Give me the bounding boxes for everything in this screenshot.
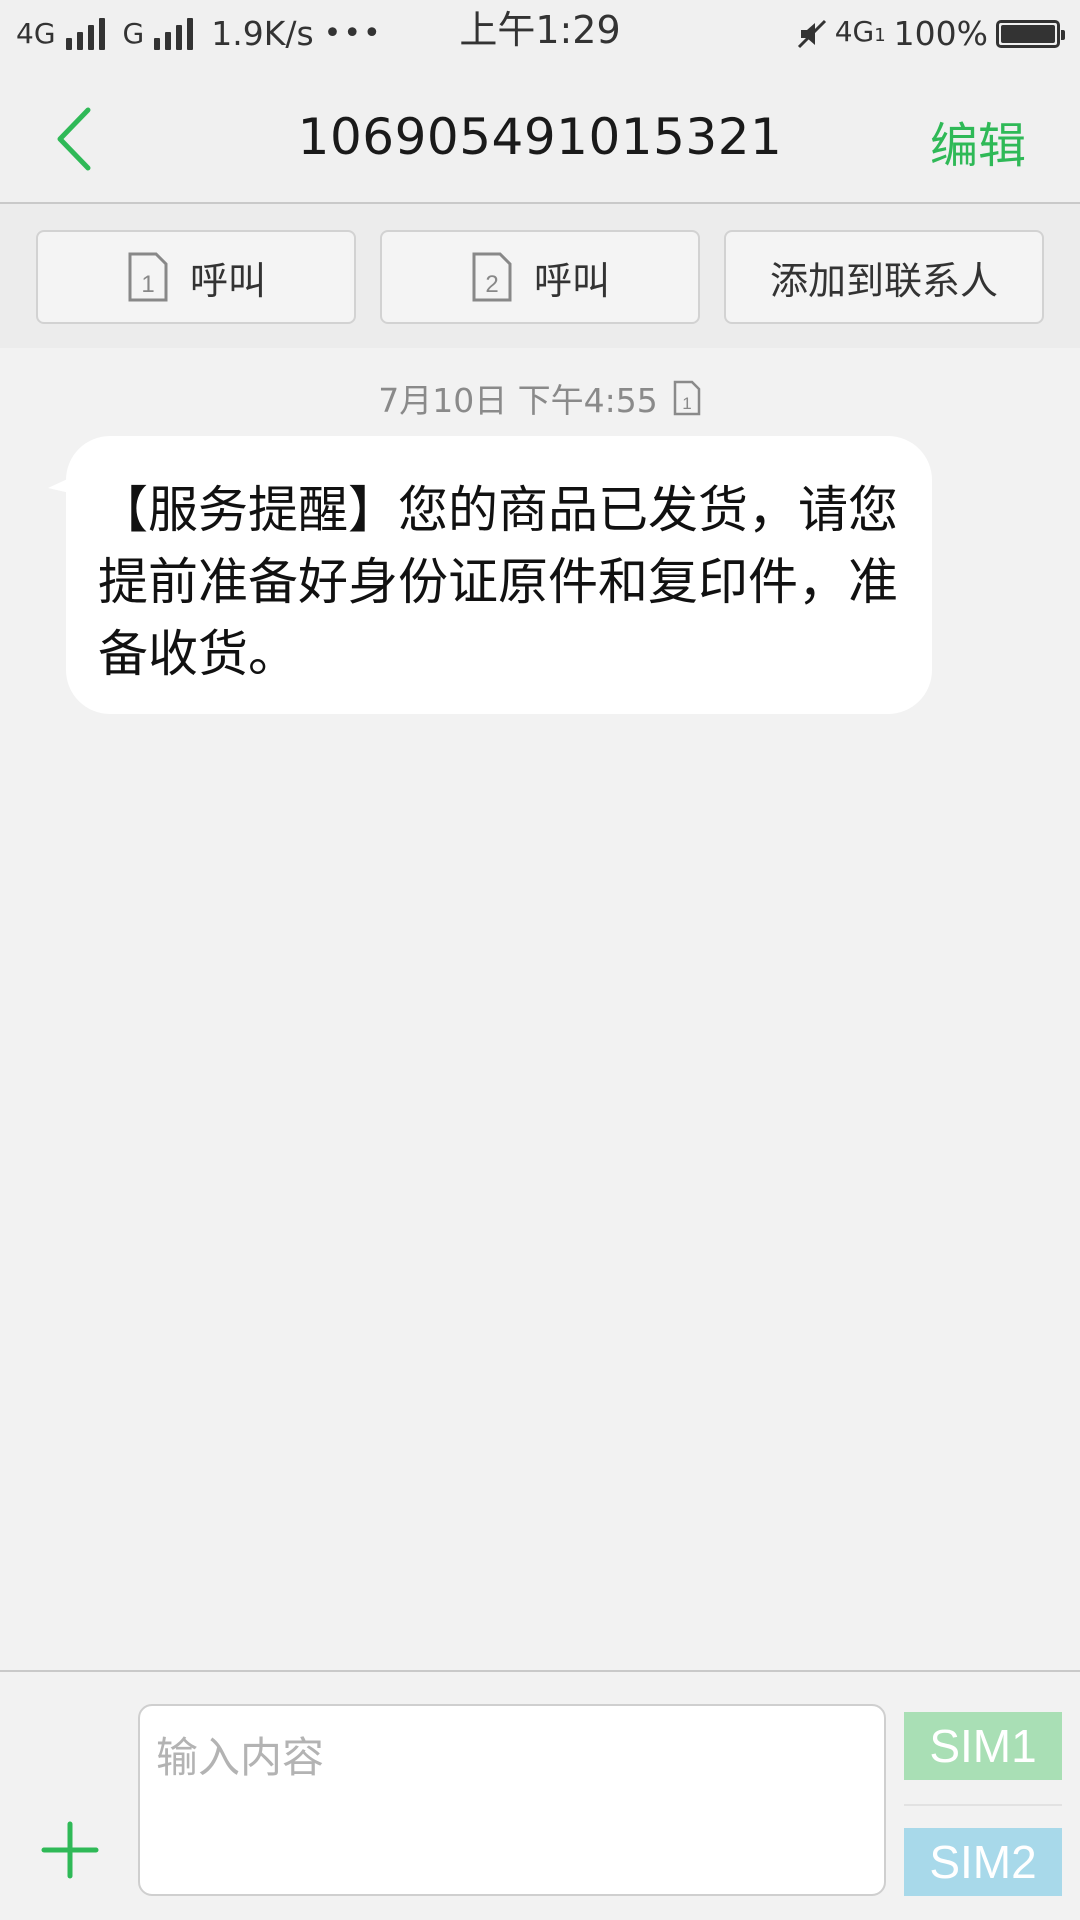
battery-icon <box>996 20 1065 48</box>
status-bar: 4G G 1.9K/s ••• 上午1:29 4G1 100% <box>0 0 1080 68</box>
message-text: 【服务提醒】您的商品已发货，请您提前准备好身份证原件和复印件，准备收货。 <box>98 481 898 683</box>
add-to-contacts-button[interactable]: 添加到联系人 <box>724 230 1044 324</box>
composer-bar: SIM1 SIM2 <box>0 1670 1080 1920</box>
message-timestamp: 7月10日 下午4:55 1 <box>0 374 1080 422</box>
sender-number: 106905491015321 <box>297 108 783 166</box>
timestamp-text: 7月10日 下午4:55 <box>378 381 658 420</box>
message-list[interactable]: 7月10日 下午4:55 1 【服务提醒】您的商品已发货，请您提前准备好身份证原… <box>0 348 1080 1670</box>
call-sim2-button[interactable]: 2 呼叫 <box>380 230 700 324</box>
conversation-header: 106905491015321 编辑 <box>0 68 1080 204</box>
plus-icon <box>41 1821 99 1879</box>
send-sim1-button[interactable]: SIM1 <box>904 1712 1062 1780</box>
message-input[interactable] <box>138 1704 886 1896</box>
sim-card-icon: 2 <box>470 250 514 304</box>
call-sim1-button[interactable]: 1 呼叫 <box>36 230 356 324</box>
sim-card-icon: 1 <box>126 250 170 304</box>
action-row: 1 呼叫 2 呼叫 添加到联系人 <box>0 204 1080 348</box>
message-bubble[interactable]: 【服务提醒】您的商品已发货，请您提前准备好身份证原件和复印件，准备收货。 <box>66 436 932 714</box>
call-label: 呼叫 <box>533 258 610 303</box>
sim-card-icon: 1 <box>672 379 702 417</box>
lte-sim-number: 1 <box>874 25 886 46</box>
sim-number-1: 1 <box>141 271 154 298</box>
sim-number-2: 2 <box>485 271 498 298</box>
status-right: 4G1 100% <box>797 14 1065 54</box>
send-sim2-button[interactable]: SIM2 <box>904 1828 1062 1896</box>
battery-percent: 100% <box>893 14 988 53</box>
message-sim-number: 1 <box>682 394 691 413</box>
lte-label: 4G <box>834 15 875 48</box>
call-label: 呼叫 <box>189 258 266 303</box>
add-to-contacts-label: 添加到联系人 <box>769 258 998 303</box>
mute-icon <box>797 19 827 49</box>
edit-button[interactable]: 编辑 <box>930 106 1026 176</box>
add-attachment-button[interactable] <box>40 1820 100 1880</box>
sms-conversation-screen: 4G G 1.9K/s ••• 上午1:29 4G1 100% 10690549… <box>0 0 1080 1920</box>
sim-button-divider <box>904 1804 1062 1806</box>
lte-icon: 4G1 <box>835 18 886 50</box>
